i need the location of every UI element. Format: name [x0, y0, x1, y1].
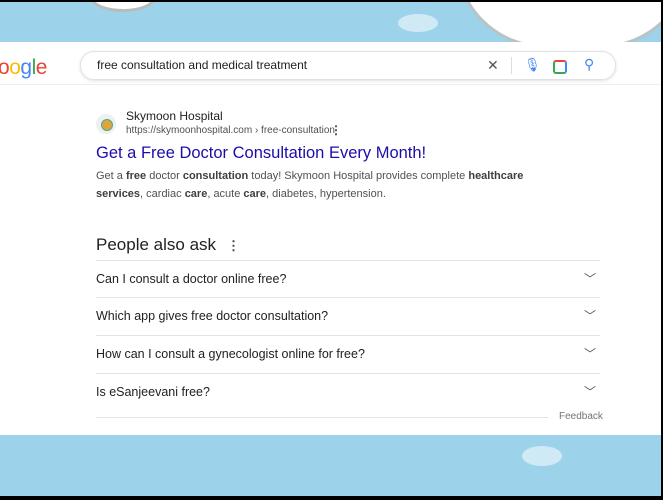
question-text: Which app gives free doctor consultation…	[96, 309, 329, 323]
people-also-ask-heading: People also ask	[96, 235, 217, 254]
google-lens-icon[interactable]	[553, 60, 567, 74]
cloud-decoration	[398, 14, 438, 32]
search-input[interactable]: free consultation and medical treatment	[97, 58, 307, 72]
chevron-down-icon: ﹀	[583, 347, 596, 361]
search-box[interactable]: free consultation and medical treatment …	[80, 51, 616, 80]
snippet-segment: doctor	[146, 170, 183, 182]
search-results-page: oogle free consultation and medical trea…	[0, 42, 661, 435]
snippet-segment: , cardiac	[140, 188, 185, 200]
snippet-segment: care	[184, 188, 208, 200]
snippet-segment: consultation	[182, 170, 249, 182]
question-item[interactable]: How can I consult a gynecologist online …	[96, 335, 600, 373]
question-item[interactable]: Is eSanjeevani free? ﹀	[96, 373, 600, 411]
search-icon[interactable]: ⚲	[584, 56, 594, 73]
site-name[interactable]: Skymoon Hospital	[126, 109, 223, 123]
divider	[96, 417, 548, 418]
google-logo[interactable]: oogle	[0, 56, 47, 80]
question-item[interactable]: Can I consult a doctor online free? ﹀	[96, 260, 600, 298]
microphone-icon[interactable]: 🎙	[524, 57, 541, 73]
more-options-icon[interactable]: ⋮	[227, 238, 240, 254]
snippet-segment: care	[243, 188, 267, 200]
snippet-segment: free	[125, 170, 147, 182]
chevron-down-icon: ﹀	[583, 385, 596, 399]
question-text: How can I consult a gynecologist online …	[96, 347, 365, 361]
question-item[interactable]: Which app gives free doctor consultation…	[96, 297, 600, 335]
result-title-link[interactable]: Get a Free Doctor Consultation Every Mon…	[96, 144, 426, 163]
chevron-down-icon: ﹀	[583, 309, 596, 323]
search-header: oogle free consultation and medical trea…	[0, 42, 661, 85]
question-text: Can I consult a doctor online free?	[96, 272, 287, 286]
question-text: Is eSanjeevani free?	[96, 385, 210, 399]
sky-background: oogle free consultation and medical trea…	[0, 2, 661, 496]
chevron-down-icon: ﹀	[583, 272, 596, 286]
clear-icon[interactable]: ✕	[487, 57, 499, 74]
result-snippet: Get a free doctor consultation today! Sk…	[96, 167, 536, 203]
result-url[interactable]: https://skymoonhospital.com › free-consu…	[126, 125, 335, 136]
feedback-link[interactable]: Feedback	[559, 411, 603, 422]
snippet-segment: , diabetes, hypertension.	[266, 188, 386, 200]
snippet-segment: today! Skymoon Hospital provides complet…	[248, 170, 469, 182]
snippet-segment: , acute	[207, 188, 244, 200]
snippet-segment: Get a	[96, 170, 126, 182]
more-options-icon[interactable]: ⋮	[330, 123, 342, 137]
divider	[511, 57, 512, 74]
cloud-decoration	[522, 446, 562, 466]
site-favicon	[96, 114, 116, 134]
decoration	[90, 2, 156, 12]
